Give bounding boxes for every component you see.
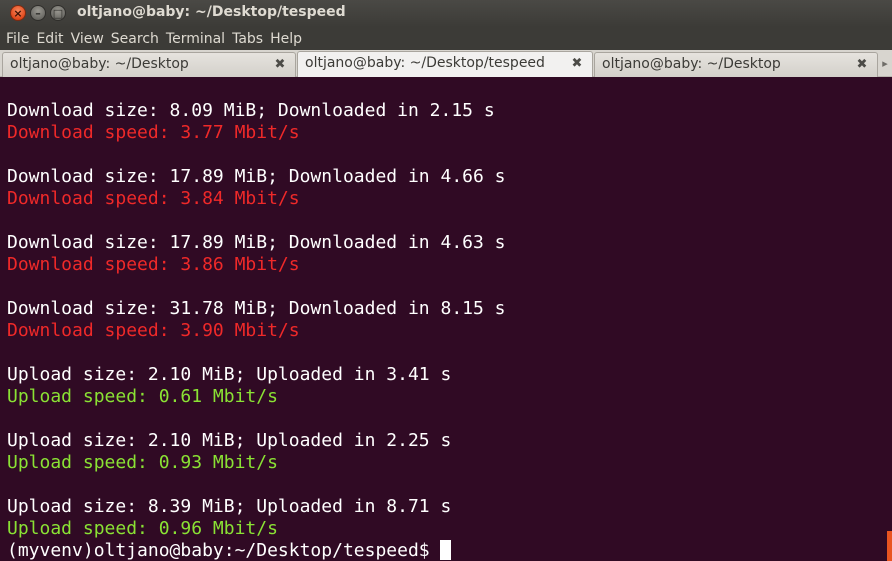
terminal-window: × – □ oltjano@baby: ~/Desktop/tespeed Fi… [0, 0, 892, 561]
menu-view[interactable]: View [71, 31, 104, 47]
output-line: Upload size: 2.10 MiB; Uploaded in 2.25 … [7, 430, 452, 451]
download-speed-line: Download speed: 3.90 Mbit/s [7, 320, 300, 341]
close-tab-icon[interactable]: ✖ [855, 57, 869, 72]
menu-file[interactable]: File [6, 31, 29, 47]
text-cursor [439, 540, 451, 560]
menu-terminal[interactable]: Terminal [166, 31, 225, 47]
output-line: Download size: 17.89 MiB; Downloaded in … [7, 166, 506, 187]
download-speed-line: Download speed: 3.77 Mbit/s [7, 122, 300, 143]
output-line: Upload size: 2.10 MiB; Uploaded in 3.41 … [7, 364, 452, 385]
upload-speed-line: Upload speed: 0.93 Mbit/s [7, 452, 278, 473]
tab-label: oltjano@baby: ~/Desktop [10, 56, 189, 72]
terminal-output[interactable]: Download size: 8.09 MiB; Downloaded in 2… [0, 77, 892, 561]
download-speed-line: Download speed: 3.84 Mbit/s [7, 188, 300, 209]
minimize-icon: – [35, 6, 41, 20]
output-line: Download size: 31.78 MiB; Downloaded in … [7, 298, 506, 319]
maximize-window-button[interactable]: □ [50, 5, 66, 21]
tab-tespeed[interactable]: oltjano@baby: ~/Desktop/tespeed ✖ [297, 51, 593, 78]
output-line: Upload size: 8.39 MiB; Uploaded in 8.71 … [7, 496, 452, 517]
scrollbar-indicator[interactable] [887, 531, 892, 561]
tab-scroll-right-icon[interactable]: ▸ [880, 54, 890, 72]
menu-bar: File Edit View Search Terminal Tabs Help [0, 27, 892, 50]
menu-edit[interactable]: Edit [36, 31, 63, 47]
window-title: oltjano@baby: ~/Desktop/tespeed [77, 4, 346, 20]
close-icon: × [13, 6, 23, 20]
menu-search[interactable]: Search [111, 31, 159, 47]
title-bar[interactable]: × – □ oltjano@baby: ~/Desktop/tespeed [0, 0, 892, 27]
shell-prompt: (myvenv)oltjano@baby:~/Desktop/tespeed$ [7, 540, 430, 561]
tab-label: oltjano@baby: ~/Desktop [602, 56, 781, 72]
tab-desktop-1[interactable]: oltjano@baby: ~/Desktop ✖ [2, 52, 296, 77]
tab-desktop-2[interactable]: oltjano@baby: ~/Desktop ✖ [594, 52, 878, 77]
output-line: Download size: 17.89 MiB; Downloaded in … [7, 232, 506, 253]
maximize-icon: □ [52, 6, 64, 20]
menu-help[interactable]: Help [270, 31, 302, 47]
upload-speed-line: Upload speed: 0.61 Mbit/s [7, 386, 278, 407]
close-window-button[interactable]: × [10, 5, 26, 21]
close-tab-icon[interactable]: ✖ [273, 57, 287, 72]
minimize-window-button[interactable]: – [30, 5, 46, 21]
download-speed-line: Download speed: 3.86 Mbit/s [7, 254, 300, 275]
tab-label: oltjano@baby: ~/Desktop/tespeed [305, 55, 545, 71]
output-line: Download size: 8.09 MiB; Downloaded in 2… [7, 100, 495, 121]
upload-speed-line: Upload speed: 0.96 Mbit/s [7, 518, 278, 539]
tab-bar: oltjano@baby: ~/Desktop ✖ oltjano@baby: … [0, 50, 892, 78]
menu-tabs[interactable]: Tabs [232, 31, 263, 47]
prompt-line[interactable]: (myvenv)oltjano@baby:~/Desktop/tespeed$ [7, 540, 451, 561]
close-tab-icon[interactable]: ✖ [570, 56, 584, 71]
